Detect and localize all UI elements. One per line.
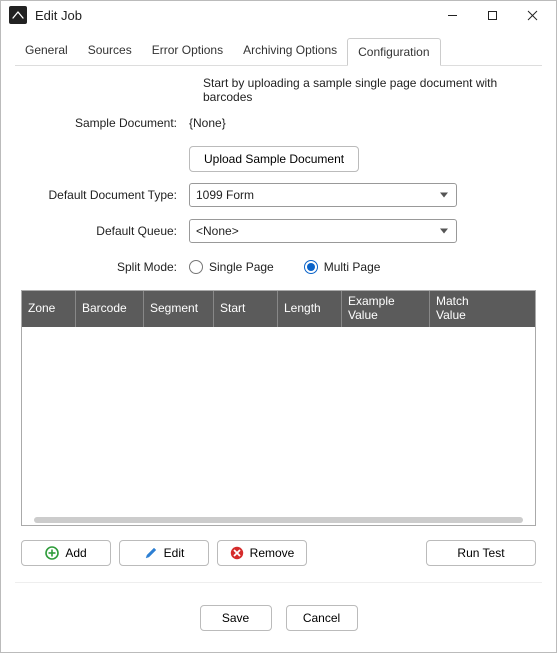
instruction-text: Start by uploading a sample single page …	[203, 76, 536, 104]
column-header-barcode[interactable]: Barcode	[76, 291, 144, 327]
close-button[interactable]	[512, 1, 552, 29]
radio-label: Multi Page	[324, 260, 381, 274]
add-button[interactable]: Add	[21, 540, 111, 566]
run-test-button[interactable]: Run Test	[426, 540, 536, 566]
zone-grid-body[interactable]	[22, 327, 535, 515]
sample-document-label: Sample Document:	[21, 116, 189, 130]
configuration-panel: Start by uploading a sample single page …	[15, 66, 542, 566]
content: GeneralSourcesError OptionsArchiving Opt…	[1, 29, 556, 652]
column-header-length[interactable]: Length	[278, 291, 342, 327]
default-doc-type-select[interactable]: 1099 Form	[189, 183, 457, 207]
split-mode-group: Single Page Multi Page	[189, 260, 536, 274]
save-button[interactable]: Save	[200, 605, 272, 631]
default-doc-type-label: Default Document Type:	[21, 188, 189, 202]
column-header-start[interactable]: Start	[214, 291, 278, 327]
zone-grid-horizontal-scrollbar[interactable]	[22, 515, 535, 525]
zone-grid: ZoneBarcodeSegmentStartLengthExample Val…	[21, 290, 536, 526]
window: Edit Job GeneralSourcesError OptionsArch…	[0, 0, 557, 653]
grid-actions: Add Edit Remove Run Test	[21, 540, 536, 566]
remove-circle-icon	[230, 546, 244, 560]
radio-icon	[304, 260, 318, 274]
app-icon	[9, 6, 27, 24]
tabs: GeneralSourcesError OptionsArchiving Opt…	[15, 37, 542, 66]
split-mode-option-single-page[interactable]: Single Page	[189, 260, 274, 274]
default-queue-label: Default Queue:	[21, 224, 189, 238]
dialog-footer: Save Cancel	[15, 582, 542, 652]
edit-button[interactable]: Edit	[119, 540, 209, 566]
sample-document-value: {None}	[189, 116, 226, 130]
cancel-button[interactable]: Cancel	[286, 605, 358, 631]
split-mode-label: Split Mode:	[21, 260, 189, 274]
tab-general[interactable]: General	[15, 37, 78, 65]
plus-circle-icon	[45, 546, 59, 560]
titlebar: Edit Job	[1, 1, 556, 29]
pencil-icon	[144, 546, 158, 560]
remove-button[interactable]: Remove	[217, 540, 307, 566]
radio-icon	[189, 260, 203, 274]
window-title: Edit Job	[35, 8, 432, 23]
column-header-example[interactable]: Example Value	[342, 291, 430, 327]
window-controls	[432, 1, 552, 29]
minimize-button[interactable]	[432, 1, 472, 29]
tab-configuration[interactable]: Configuration	[347, 38, 440, 66]
zone-grid-header: ZoneBarcodeSegmentStartLengthExample Val…	[22, 291, 535, 327]
tab-archiving-options[interactable]: Archiving Options	[233, 37, 347, 65]
split-mode-option-multi-page[interactable]: Multi Page	[304, 260, 381, 274]
upload-sample-document-button[interactable]: Upload Sample Document	[189, 146, 359, 172]
column-header-match[interactable]: Match Value	[430, 291, 518, 327]
maximize-button[interactable]	[472, 1, 512, 29]
radio-label: Single Page	[209, 260, 274, 274]
column-header-segment[interactable]: Segment	[144, 291, 214, 327]
column-header-zone[interactable]: Zone	[22, 291, 76, 327]
tab-error-options[interactable]: Error Options	[142, 37, 233, 65]
default-queue-select[interactable]: <None>	[189, 219, 457, 243]
tab-sources[interactable]: Sources	[78, 37, 142, 65]
